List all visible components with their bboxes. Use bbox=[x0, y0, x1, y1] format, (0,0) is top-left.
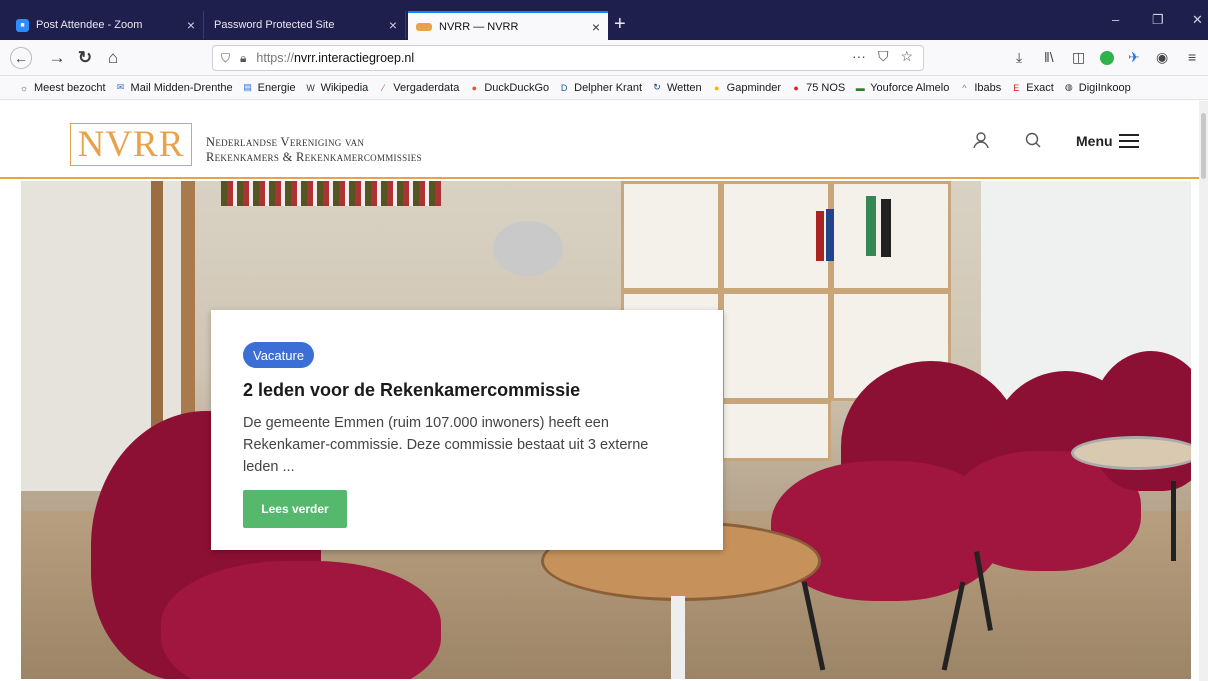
bookmark-item[interactable]: ^ Ibabs bbox=[958, 82, 1001, 94]
read-more-button[interactable]: Lees verder bbox=[243, 490, 347, 528]
bookmark-item[interactable]: ⁄ Vergaderdata bbox=[377, 81, 460, 94]
url-bar[interactable]: ⛉ 🔒︎ https:// nvrr.interactiegroep.nl ··… bbox=[212, 45, 924, 71]
energy-icon: ▤ bbox=[243, 82, 252, 92]
bookmark-label: Vergaderdata bbox=[393, 81, 460, 94]
bookmark-item[interactable]: ✉ Mail Midden-Drenthe bbox=[115, 82, 233, 94]
bookmark-label: Meest bezocht bbox=[34, 81, 106, 94]
url-host: nvrr.interactiegroep.nl bbox=[293, 51, 415, 65]
bookmark-item[interactable]: ◍ DigiInkoop bbox=[1063, 82, 1131, 94]
tab-zoom[interactable]: ■ Post Attendee - Zoom × bbox=[8, 11, 204, 39]
site-header: NVRR Nederlandse Vereniging van Rekenkam… bbox=[0, 101, 1199, 179]
back-button[interactable]: ← bbox=[10, 47, 32, 69]
wikipedia-icon: W bbox=[306, 82, 315, 93]
tab-nvrr[interactable]: NVRR — NVRR × bbox=[408, 11, 608, 40]
close-icon[interactable]: × bbox=[389, 17, 397, 33]
vergaderdata-icon: ⁄ bbox=[382, 82, 385, 93]
org-name-line2: Rekenkamers & Rekenkamercommissies bbox=[206, 150, 422, 164]
bookmark-label: Exact bbox=[1026, 81, 1054, 94]
new-tab-button[interactable]: + bbox=[614, 12, 626, 36]
tab-title: NVRR — NVRR bbox=[439, 20, 519, 33]
bookmark-item[interactable]: E Exact bbox=[1010, 82, 1054, 94]
bookmark-label: Ibabs bbox=[974, 81, 1002, 94]
close-window-button[interactable]: ✕ bbox=[1192, 12, 1203, 28]
hamburger-icon[interactable] bbox=[1119, 134, 1139, 148]
close-icon[interactable]: × bbox=[592, 19, 600, 35]
tracking-shield-icon[interactable]: ⛉ bbox=[221, 51, 230, 66]
close-icon[interactable]: × bbox=[187, 17, 195, 33]
forward-button[interactable]: → bbox=[46, 47, 68, 69]
user-icon[interactable] bbox=[972, 131, 990, 154]
web-page: NVRR Nederlandse Vereniging van Rekenkam… bbox=[0, 101, 1208, 681]
bookmark-item[interactable]: ● 75 NOS bbox=[790, 82, 845, 94]
restore-button[interactable]: ❐ bbox=[1152, 12, 1164, 28]
reload-button[interactable]: ↻ bbox=[74, 47, 96, 69]
bookmark-label: Gapminder bbox=[726, 81, 782, 94]
bookmark-label: DigiInkoop bbox=[1078, 81, 1131, 94]
bookmark-item[interactable]: ▤ Energie bbox=[242, 81, 296, 94]
bookmark-item[interactable]: W Wikipedia bbox=[305, 81, 369, 94]
card-title[interactable]: 2 leden voor de Rekenkamercommissie bbox=[243, 380, 580, 401]
tab-title: Post Attendee - Zoom bbox=[36, 19, 143, 31]
bookmark-label: Wikipedia bbox=[320, 81, 369, 94]
lock-icon[interactable]: 🔒︎ bbox=[240, 51, 246, 66]
delpher-icon: D bbox=[560, 82, 568, 93]
globe-icon: ◍ bbox=[1064, 82, 1073, 92]
pocket-icon[interactable]: ⛉ bbox=[878, 48, 889, 65]
account-icon[interactable]: ◉ bbox=[1156, 49, 1168, 66]
page-actions-icon[interactable]: ··· bbox=[852, 48, 866, 65]
bookmark-label: DuckDuckGo bbox=[484, 81, 550, 94]
bookmark-item[interactable]: D Delpher Krant bbox=[558, 82, 642, 94]
page-scrollbar[interactable] bbox=[1199, 101, 1208, 681]
extension-icon[interactable] bbox=[1100, 51, 1114, 65]
vacancy-card: Vacature 2 leden voor de Rekenkamercommi… bbox=[211, 310, 723, 550]
tab-title: Password Protected Site bbox=[214, 19, 335, 31]
bookmark-star-icon[interactable]: ☆ bbox=[900, 48, 913, 65]
ibabs-icon: ^ bbox=[962, 82, 967, 93]
bookmark-label: Youforce Almelo bbox=[870, 81, 950, 94]
tab-strip: ■ Post Attendee - Zoom × Password Protec… bbox=[0, 0, 1208, 40]
bookmark-item[interactable]: ● DuckDuckGo bbox=[468, 81, 550, 94]
nos-icon: ● bbox=[793, 82, 799, 93]
wetten-icon: ↻ bbox=[653, 82, 661, 92]
zoom-icon: ■ bbox=[16, 18, 29, 32]
sidebar-icon[interactable]: ◫ bbox=[1072, 49, 1085, 66]
bookmark-label: Wetten bbox=[667, 81, 702, 94]
bookmark-item[interactable]: ☼ Meest bezocht bbox=[18, 82, 106, 94]
gapminder-icon: ● bbox=[713, 82, 720, 93]
menu-button[interactable]: Menu bbox=[1076, 133, 1113, 149]
org-name-line1: Nederlandse Vereniging van bbox=[206, 135, 365, 149]
library-icon[interactable]: ‖\ bbox=[1044, 49, 1054, 65]
nav-bar: ← → ↻ ⌂ ⛉ 🔒︎ https:// nvrr.interactiegro… bbox=[0, 40, 1208, 76]
card-excerpt: De gemeente Emmen (ruim 107.000 inwoners… bbox=[243, 415, 649, 475]
tab-password-protected[interactable]: Password Protected Site × bbox=[206, 11, 406, 39]
mail-icon: ✉ bbox=[116, 82, 125, 92]
bookmark-item[interactable]: ▬ Youforce Almelo bbox=[854, 81, 950, 94]
bookmark-item[interactable]: ↻ Wetten bbox=[651, 81, 702, 94]
bookmark-label: Energie bbox=[257, 81, 296, 94]
app-menu-icon[interactable]: ≡ bbox=[1188, 49, 1196, 65]
nvrr-logo[interactable]: NVRR bbox=[70, 123, 192, 166]
vacancy-badge[interactable]: Vacature bbox=[243, 342, 315, 368]
extension-2-icon[interactable]: ✈ bbox=[1128, 49, 1140, 66]
exact-icon: E bbox=[1013, 82, 1020, 93]
scrollbar-thumb[interactable] bbox=[1201, 113, 1206, 179]
bookmark-item[interactable]: ● Gapminder bbox=[711, 82, 781, 94]
bookmarks-bar: ☼ Meest bezocht ✉ Mail Midden-Drenthe ▤ Energ… bbox=[0, 76, 1208, 100]
duckduckgo-icon: ● bbox=[471, 82, 478, 93]
gear-icon: ☼ bbox=[19, 82, 29, 93]
bookmark-label: Mail Midden-Drenthe bbox=[130, 81, 233, 94]
url-scheme: https:// bbox=[256, 51, 294, 65]
search-icon[interactable] bbox=[1024, 131, 1042, 154]
youforce-icon: ▬ bbox=[855, 82, 865, 93]
home-button[interactable]: ⌂ bbox=[102, 47, 124, 69]
bookmark-label: 75 NOS bbox=[806, 81, 846, 94]
downloads-icon[interactable]: ⤓ bbox=[1016, 49, 1022, 66]
org-name: Nederlandse Vereniging van Rekenkamers &… bbox=[206, 135, 422, 165]
nvrr-favicon-icon bbox=[416, 22, 432, 31]
minimize-button[interactable]: – bbox=[1112, 12, 1119, 27]
bookmark-label: Delpher Krant bbox=[574, 81, 642, 94]
